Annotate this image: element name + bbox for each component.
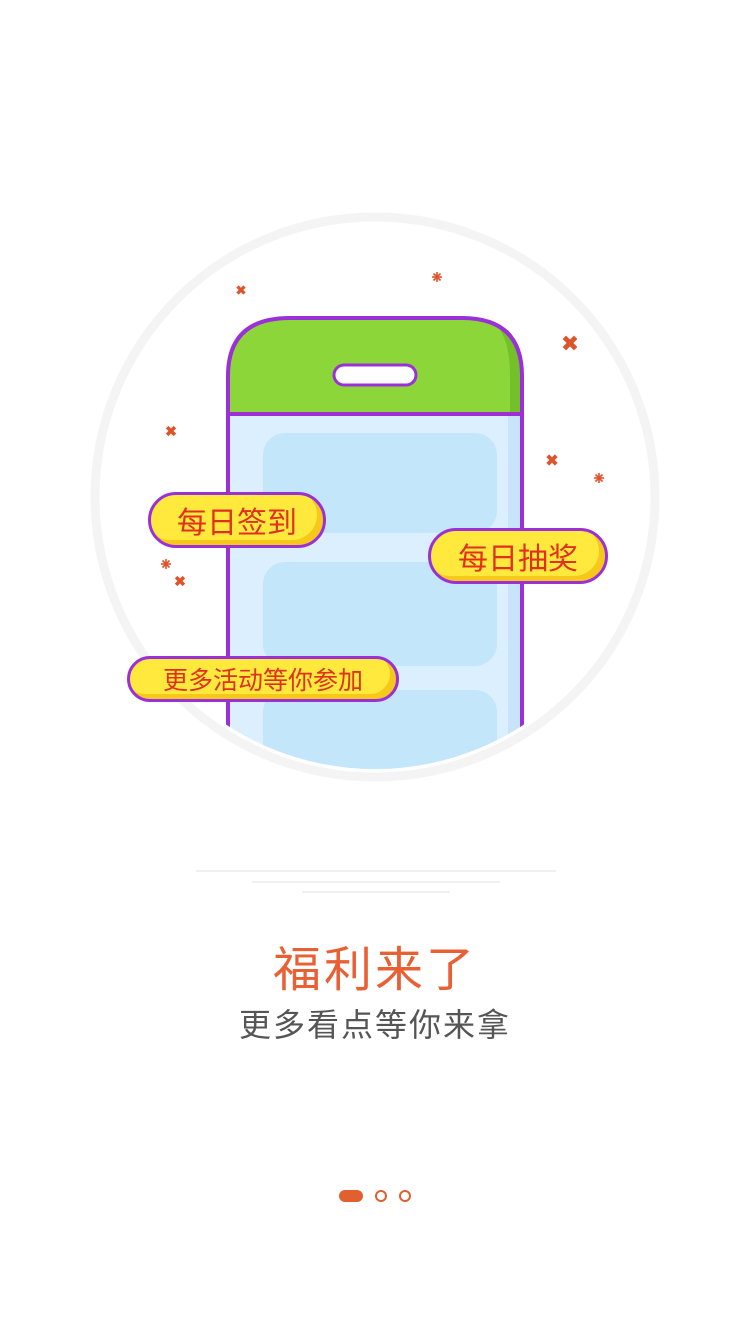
daily-signin-label: 每日签到 (177, 506, 297, 541)
page-dot-3[interactable] (399, 1190, 411, 1202)
screen-card (263, 690, 497, 769)
more-activities-bubble: 更多活动等你参加 (127, 656, 399, 702)
onboarding-page: 每日签到 每日抽奖 更多活动等你参加 福利来了 更多看点等你来拿 (0, 0, 750, 1334)
page-title: 福利来了 (272, 942, 477, 998)
page-dot-2[interactable] (375, 1190, 387, 1202)
phone-speaker (332, 363, 418, 387)
divider-line (196, 870, 556, 872)
page-subtitle: 更多看点等你来拿 (238, 1006, 511, 1044)
page-indicator (0, 1188, 750, 1204)
welfare-illustration (90, 212, 660, 782)
daily-lottery-bubble: 每日抽奖 (428, 528, 608, 584)
daily-signin-bubble: 每日签到 (148, 492, 326, 548)
page-dot-1[interactable] (339, 1190, 363, 1202)
more-activities-label: 更多活动等你参加 (162, 666, 363, 695)
divider-line (252, 881, 500, 883)
divider-line (302, 891, 450, 893)
daily-lottery-label: 每日抽奖 (458, 542, 578, 577)
